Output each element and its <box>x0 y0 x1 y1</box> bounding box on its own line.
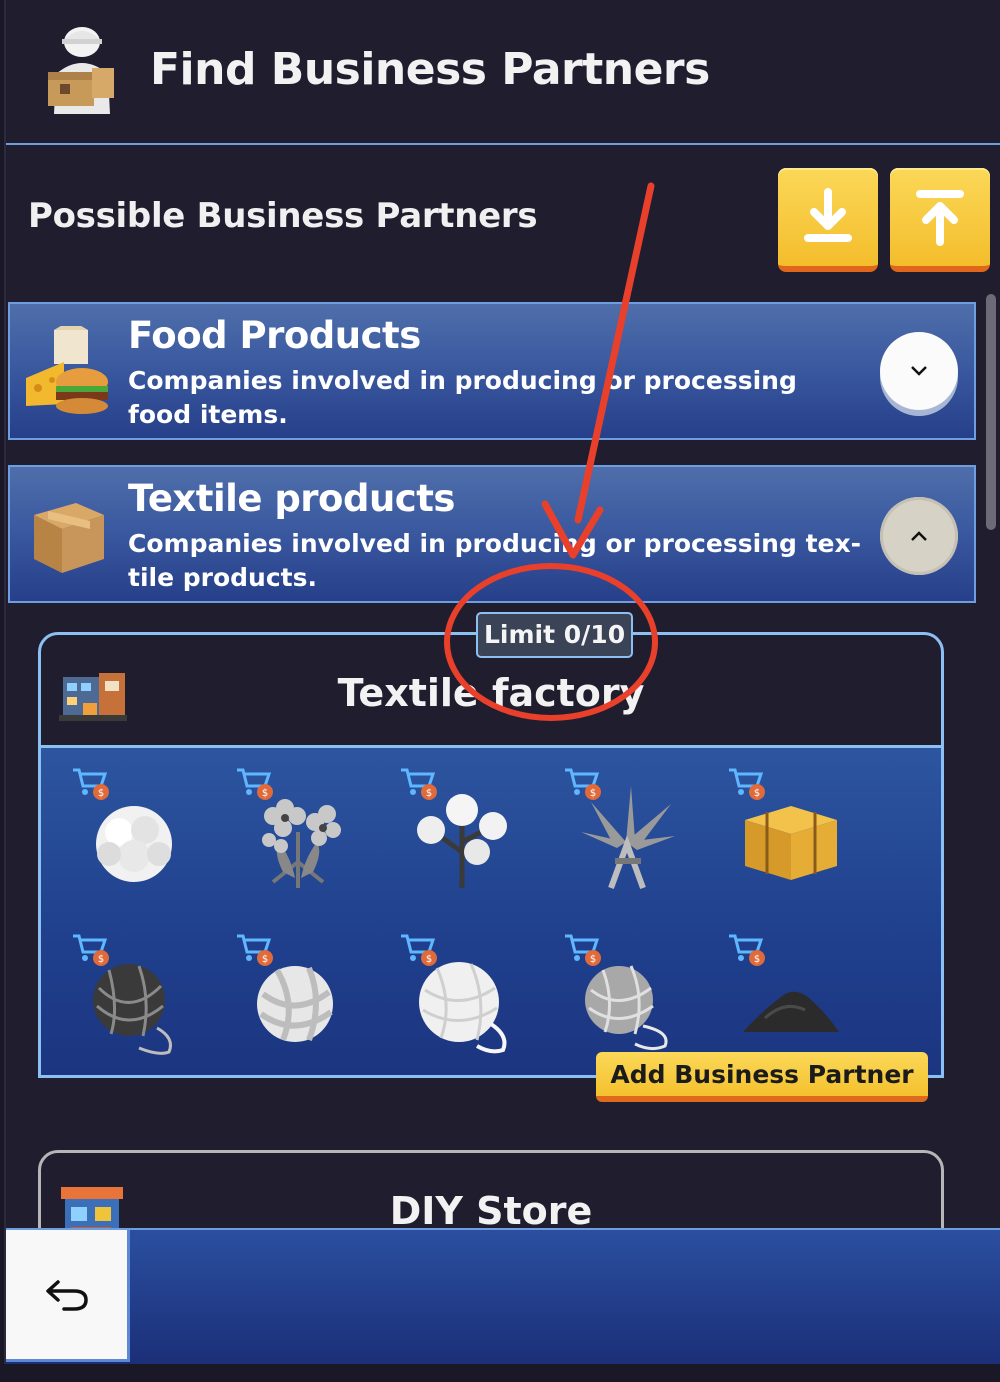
product-item[interactable]: $ <box>57 766 177 890</box>
app-window: Find Business Partners Possible Business… <box>4 0 1000 1364</box>
product-item[interactable]: $ <box>385 932 507 1056</box>
product-item[interactable]: $ <box>221 932 341 1056</box>
company-card-diy-store: DIY Store <box>38 1150 944 1228</box>
category-description: Companies involved in producing or proce… <box>128 366 797 429</box>
food-icon <box>26 326 108 414</box>
chevron-up-icon <box>911 531 927 541</box>
hay-bale-icon <box>745 806 837 880</box>
black-powder-icon <box>743 991 839 1032</box>
courier-icon <box>48 27 114 114</box>
product-item[interactable]: $ <box>713 766 837 890</box>
black-yarn-icon <box>93 964 172 1055</box>
upload-icon <box>916 190 964 246</box>
undo-arrow-icon <box>45 1279 88 1311</box>
wool-icon <box>96 806 172 882</box>
import-button[interactable] <box>778 168 878 272</box>
collapse-button[interactable] <box>880 497 958 575</box>
add-business-partner-button[interactable]: Add Business Partner <box>596 1052 928 1102</box>
company-title: Textile factory <box>337 671 645 715</box>
white-wool-ball-icon <box>257 966 333 1042</box>
back-button[interactable] <box>6 1230 130 1362</box>
box-icon <box>34 503 104 573</box>
category-description: Companies involved in producing or proce… <box>128 529 861 592</box>
product-item[interactable]: $ <box>549 932 669 1056</box>
company-title: DIY Store <box>389 1189 593 1228</box>
category-title: Textile products <box>128 477 455 520</box>
category-title: Food Products <box>128 314 421 357</box>
download-icon <box>804 188 852 242</box>
app-title: Find Business Partners <box>150 44 710 95</box>
header: Find Business Partners <box>6 0 1000 145</box>
company-card-textile-factory: Textile factory $ $ $ $ $ $ $ $ $ $ <box>38 632 944 1078</box>
product-item[interactable]: $ <box>549 766 675 890</box>
product-item[interactable]: $ <box>57 932 177 1056</box>
product-item[interactable]: $ <box>221 766 341 890</box>
category-food-products[interactable]: Food Products Companies involved in prod… <box>8 302 976 440</box>
partner-list[interactable]: Food Products Companies involved in prod… <box>6 290 1000 1228</box>
export-button[interactable] <box>890 168 990 272</box>
flax-flower-icon <box>262 799 341 888</box>
cotton-icon <box>417 794 507 888</box>
hemp-icon <box>581 786 675 890</box>
product-item[interactable]: $ <box>385 766 507 890</box>
category-textile-products[interactable]: Textile products Companies involved in p… <box>8 465 976 603</box>
chevron-down-icon <box>911 366 927 376</box>
footer-bar <box>6 1228 1000 1364</box>
grey-yarn-icon <box>585 965 668 1051</box>
product-item[interactable]: $ <box>713 932 839 1056</box>
section-title: Possible Business Partners <box>28 196 538 236</box>
scrollbar[interactable] <box>986 294 996 530</box>
white-yarn-icon <box>419 962 507 1054</box>
expand-button[interactable] <box>880 332 958 410</box>
limit-badge: Limit 0/10 <box>476 612 634 658</box>
product-grid: $ $ $ $ $ $ $ $ $ $ <box>41 745 941 1075</box>
